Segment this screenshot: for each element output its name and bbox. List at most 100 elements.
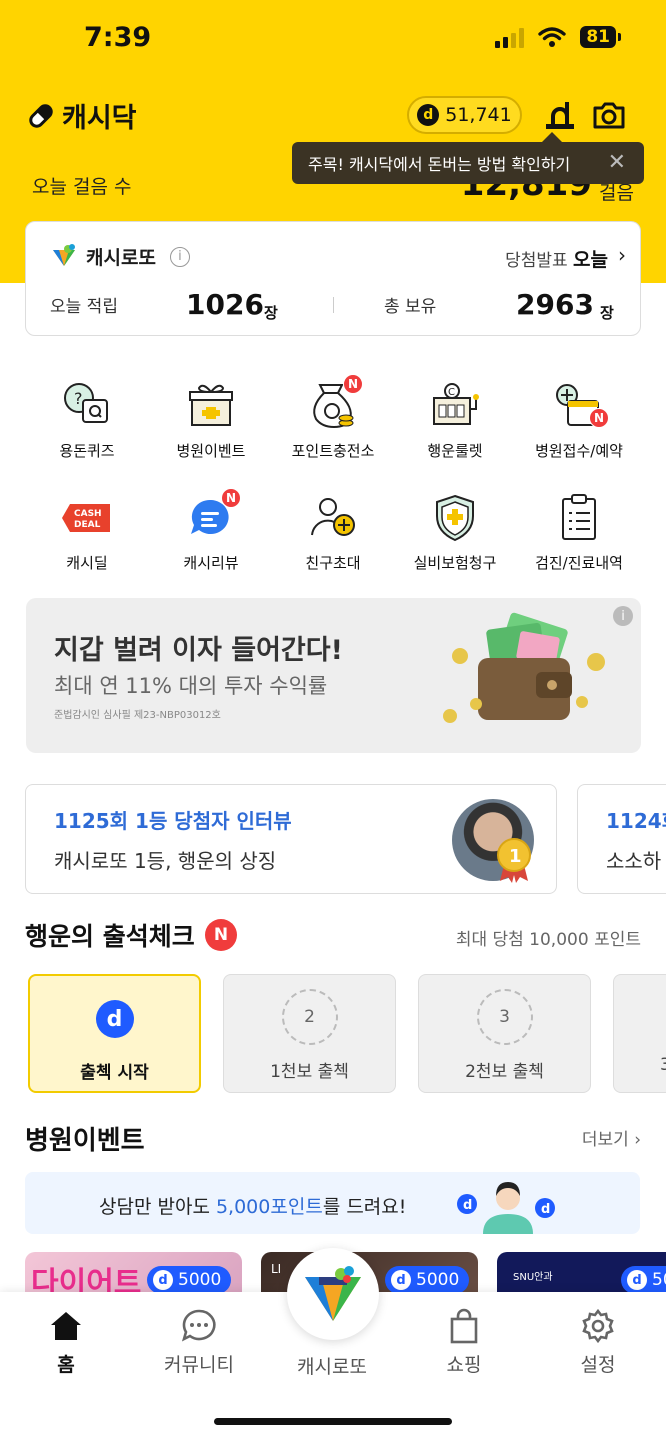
nav-label: 설정	[580, 1354, 616, 1376]
interview-card[interactable]: 1125회 1등 당첨자 인터뷰 캐시로또 1등, 행운의 상징 1	[25, 784, 557, 894]
badge-value: 50	[652, 1270, 666, 1290]
nav-home[interactable]: 홈	[11, 1306, 121, 1377]
svg-text:d: d	[463, 1198, 472, 1213]
menu-hospital-reservation[interactable]: N 병원접수/예약	[517, 378, 641, 461]
svg-text:d: d	[541, 1202, 550, 1217]
attendance-label: 1천보 출첵	[270, 1062, 349, 1082]
gear-icon	[543, 1306, 653, 1346]
quiz-icon: ?	[59, 378, 115, 434]
tip-tooltip[interactable]: 주목! 캐시닥에서 돈버는 방법 확인하기 ✕	[292, 132, 644, 184]
lotto-card-title: 캐시로또 i	[50, 243, 190, 270]
nav-lotto-fab[interactable]	[287, 1248, 379, 1340]
cellular-signal-icon	[495, 26, 525, 48]
attendance-card[interactable]: 3 2천보 출첵	[418, 974, 591, 1093]
new-badge: N	[343, 374, 363, 394]
home-icon	[11, 1306, 121, 1346]
promo-text: 상담만 받아도 5,000포인트를 드려요!	[99, 1192, 406, 1219]
nav-label: 캐시로또	[297, 1356, 367, 1378]
app-logo: 캐시닥	[26, 96, 137, 135]
menu-label: 검진/진료내역	[535, 554, 623, 572]
event-point-badge: d 5000	[147, 1266, 232, 1294]
total-held-label: 총 보유	[384, 297, 437, 317]
menu-label: 병원접수/예약	[535, 442, 623, 460]
nav-cashlotto[interactable]: 캐시로또	[277, 1348, 387, 1379]
home-indicator	[214, 1418, 452, 1425]
close-icon[interactable]: ✕	[608, 150, 626, 175]
menu-point-station[interactable]: N 포인트충전소	[271, 374, 395, 461]
menu-insurance-claim[interactable]: 실비보험청구	[393, 490, 517, 573]
steps-label: 오늘 걸음 수	[32, 176, 132, 198]
today-earned-label: 오늘 적립	[50, 297, 118, 317]
wifi-icon	[538, 27, 567, 47]
attendance-step-number: 2	[281, 989, 338, 1045]
chevron-right-icon[interactable]: ›	[618, 243, 626, 267]
event-thumb-text: LI	[271, 1262, 282, 1276]
nav-label: 커뮤니티	[164, 1354, 234, 1376]
info-icon[interactable]: i	[613, 606, 633, 626]
menu-lucky-roulette[interactable]: C 행운룰렛	[393, 378, 517, 461]
promo-pre: 상담만 받아도	[99, 1196, 216, 1218]
attendance-card[interactable]: 2 1천보 출첵	[223, 974, 396, 1093]
lotto-title-text: 캐시로또	[86, 247, 156, 269]
event-point-badge: d 5000	[385, 1266, 470, 1294]
stamp-d-icon[interactable]	[543, 98, 577, 132]
events-more-link[interactable]: 더보기 ›	[582, 1125, 641, 1150]
svg-text:?: ?	[74, 389, 83, 408]
investment-banner[interactable]: 지갑 벌려 이자 들어간다! 최대 연 11% 대의 투자 수익률 준법감시인 …	[26, 598, 641, 753]
menu-cash-deal[interactable]: CASH DEAL 캐시딜	[25, 490, 149, 573]
total-held-unit: 장	[600, 304, 614, 322]
badge-value: 5000	[178, 1270, 222, 1290]
app-name: 캐시닥	[62, 103, 137, 134]
lotto-summary-card[interactable]: 캐시로또 i 당첨발표 오늘 › 오늘 적립 1026 장 총 보유 2963 …	[25, 221, 641, 336]
menu-label: 캐시딜	[66, 554, 108, 572]
info-icon[interactable]: i	[169, 246, 190, 267]
attendance-step-number: 3	[476, 989, 533, 1045]
interview-title: 1124회	[606, 809, 666, 833]
points-balance-button[interactable]: d 51,741	[407, 96, 522, 134]
cash-deal-icon: CASH DEAL	[59, 490, 115, 546]
attendance-card-start[interactable]: d 출첵 시작	[28, 974, 201, 1093]
svg-text:DEAL: DEAL	[74, 520, 101, 530]
divider	[333, 297, 334, 313]
svg-text:1: 1	[509, 846, 522, 867]
tooltip-text: 주목! 캐시닥에서 돈버는 방법 확인하기	[308, 155, 571, 174]
pill-logo-icon	[29, 103, 53, 128]
attendance-card[interactable]: 3	[613, 974, 666, 1093]
menu-label: 행운룰렛	[427, 442, 483, 460]
chat-bubble-icon: N	[183, 488, 241, 546]
status-time: 7:39	[84, 22, 152, 53]
menu-hospital-event[interactable]: 병원이벤트	[149, 378, 273, 461]
new-badge: N	[221, 488, 241, 508]
menu-invite-friend[interactable]: 친구초대	[271, 490, 395, 573]
menu-label: 용돈퀴즈	[59, 442, 115, 460]
bottom-navigation: 홈 커뮤니티 캐시로또 쇼핑 설정	[0, 1248, 666, 1440]
slot-machine-icon: C	[427, 378, 483, 434]
gift-box-icon	[183, 378, 239, 434]
more-label: 더보기	[581, 1130, 629, 1150]
promo-highlight: 5,000포인트	[215, 1196, 323, 1218]
nav-label: 쇼핑	[446, 1354, 482, 1376]
banner-note: 준법감시인 심사필 제23-NBP03012호	[54, 710, 221, 721]
point-coin-icon: d	[627, 1270, 647, 1290]
interview-card[interactable]: 1124회 소소하	[577, 784, 666, 894]
attendance-title: 행운의 출석체크	[25, 922, 195, 951]
menu-quiz[interactable]: ? 용돈퀴즈	[25, 378, 149, 461]
chevron-right-icon: ›	[634, 1130, 641, 1150]
nav-community[interactable]: 커뮤니티	[144, 1306, 254, 1377]
banner-subtitle: 최대 연 11% 대의 투자 수익률	[54, 674, 328, 698]
add-friend-icon	[305, 490, 361, 546]
events-title: 병원이벤트	[25, 1126, 145, 1156]
events-promo-banner[interactable]: 상담만 받아도 5,000포인트를 드려요! d d	[25, 1172, 640, 1234]
total-held-value: 2963	[516, 288, 594, 321]
point-coin-icon: d	[391, 1270, 411, 1290]
nav-shopping[interactable]: 쇼핑	[409, 1306, 519, 1377]
camera-icon[interactable]	[592, 98, 626, 132]
menu-checkup-history[interactable]: 검진/진료내역	[517, 490, 641, 573]
menu-cash-review[interactable]: N 캐시리뷰	[149, 488, 273, 573]
lotto-clover-icon	[53, 243, 75, 266]
shopping-bag-icon	[409, 1306, 519, 1346]
wallet-coins-icon	[443, 612, 605, 723]
battery-indicator: 81	[580, 26, 621, 48]
nav-settings[interactable]: 설정	[543, 1306, 653, 1377]
lotto-announce[interactable]: 당첨발표 오늘	[505, 245, 608, 272]
